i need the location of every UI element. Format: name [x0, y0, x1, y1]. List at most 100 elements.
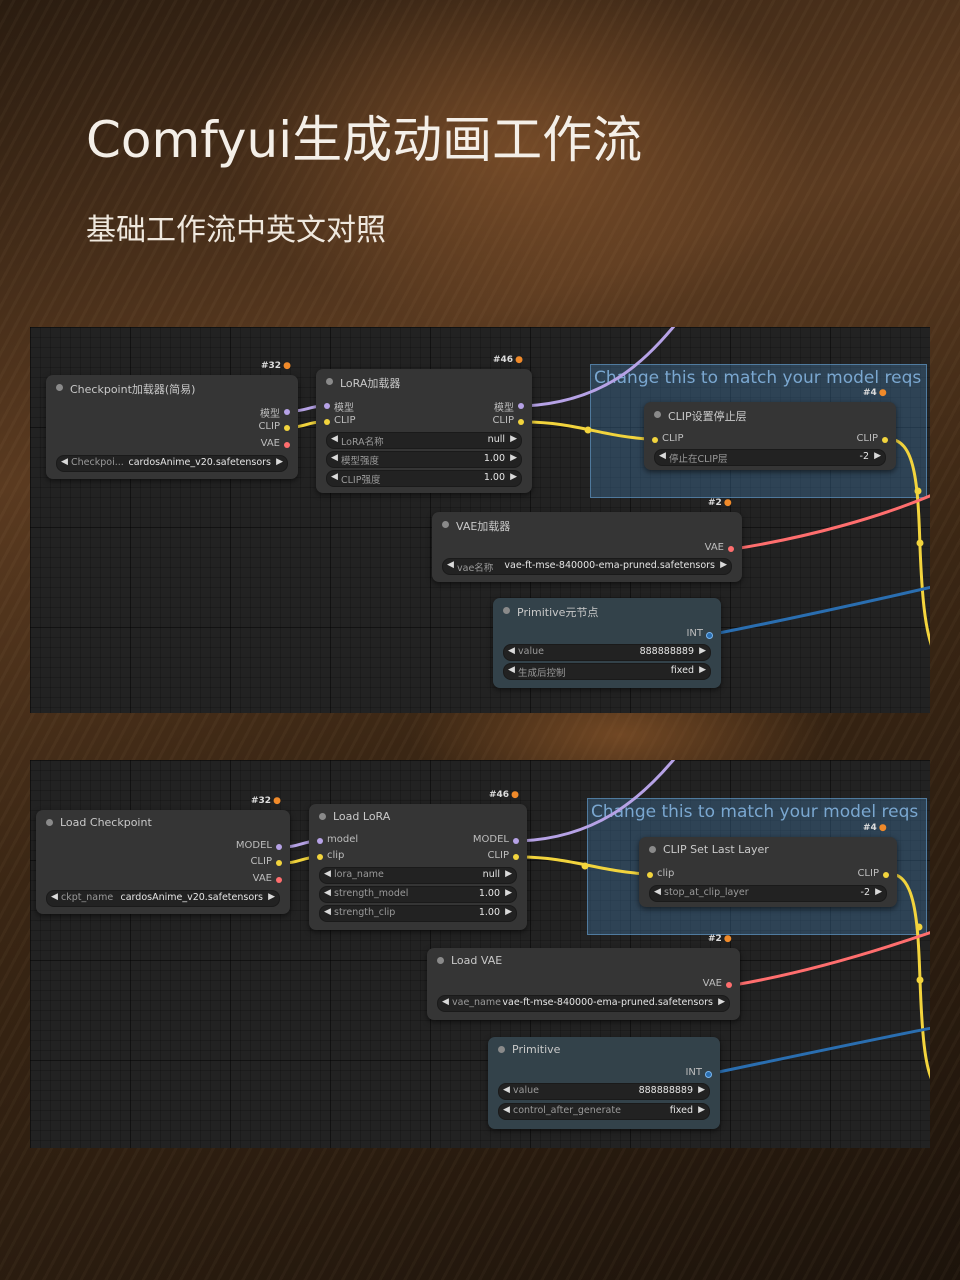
arrow-left-icon[interactable]: ◀ [659, 451, 666, 461]
node-clip-set-last-layer[interactable]: CLIP设置停止层 CLIP CLIP ◀ 停止在CLIP层 -2 ▶ [644, 402, 896, 470]
port-dot-icon[interactable] [705, 1071, 712, 1078]
port-dot-icon[interactable] [518, 403, 524, 409]
widget-value[interactable]: ◀ value 888888889 ▶ [498, 1083, 710, 1100]
port-dot-icon[interactable] [324, 419, 330, 425]
arrow-right-icon[interactable]: ▶ [875, 887, 882, 897]
node-header[interactable]: VAE加载器 [432, 512, 742, 538]
node-primitive[interactable]: Primitive元节点 INT ◀ value 888888889 ▶ ◀ 生… [493, 598, 721, 688]
node-primitive[interactable]: Primitive INT ◀ value 888888889 ▶ ◀ cont… [488, 1037, 720, 1129]
port-dot-icon[interactable] [513, 838, 519, 844]
node-header[interactable]: Checkpoint加载器(简易) [46, 375, 298, 401]
widget-stop-at-clip-layer[interactable]: ◀ stop_at_clip_layer -2 ▶ [649, 885, 887, 902]
port-dot-icon[interactable] [513, 854, 519, 860]
node-header[interactable]: Primitive [488, 1037, 720, 1063]
widget-vae-name[interactable]: ◀ vae名称 vae-ft-mse-840000-ema-pruned.saf… [442, 558, 732, 575]
node-header[interactable]: Primitive元节点 [493, 598, 721, 624]
collapse-dot-icon[interactable] [442, 521, 449, 528]
arrow-right-icon[interactable]: ▶ [510, 434, 517, 444]
arrow-right-icon[interactable]: ▶ [699, 646, 706, 656]
arrow-right-icon[interactable]: ▶ [720, 560, 727, 570]
arrow-left-icon[interactable]: ◀ [442, 997, 449, 1007]
arrow-left-icon[interactable]: ◀ [324, 907, 331, 917]
node-header[interactable]: Load LoRA [309, 804, 527, 830]
port-dot-icon[interactable] [726, 982, 732, 988]
widget-control-after-generate[interactable]: ◀ control_after_generate fixed ▶ [498, 1103, 710, 1120]
arrow-left-icon[interactable]: ◀ [324, 888, 331, 898]
widget-ckpt-name[interactable]: ◀ Checkpoi... cardosAnime_v20.safetensor… [56, 455, 288, 472]
port-dot-icon[interactable] [317, 838, 323, 844]
collapse-dot-icon[interactable] [498, 1046, 505, 1053]
arrow-right-icon[interactable]: ▶ [268, 892, 275, 902]
collapse-dot-icon[interactable] [326, 378, 333, 385]
port-dot-icon[interactable] [882, 437, 888, 443]
arrow-left-icon[interactable]: ◀ [331, 453, 338, 463]
collapse-dot-icon[interactable] [46, 819, 53, 826]
widget-lora-name[interactable]: ◀ LoRA名称 null ▶ [326, 432, 522, 449]
node-vae-loader[interactable]: VAE加载器 VAE ◀ vae名称 vae-ft-mse-840000-ema… [432, 512, 742, 582]
node-load-vae[interactable]: Load VAE VAE ◀ vae_name vae-ft-mse-84000… [427, 948, 740, 1020]
node-clip-set-last-layer[interactable]: CLIP Set Last Layer clip CLIP ◀ stop_at_… [639, 837, 897, 907]
arrow-left-icon[interactable]: ◀ [654, 887, 661, 897]
collapse-dot-icon[interactable] [654, 411, 661, 418]
node-checkpoint-loader[interactable]: Checkpoint加载器(简易) 模型 CLIP VAE ◀ Checkpoi… [46, 375, 298, 479]
arrow-left-icon[interactable]: ◀ [51, 892, 58, 902]
port-dot-icon[interactable] [276, 844, 282, 850]
arrow-left-icon[interactable]: ◀ [503, 1085, 510, 1095]
arrow-left-icon[interactable]: ◀ [508, 665, 515, 675]
widget-lora-name[interactable]: ◀ lora_name null ▶ [319, 867, 517, 884]
node-header[interactable]: Load VAE [427, 948, 740, 974]
port-dot-icon[interactable] [284, 442, 290, 448]
node-lora-loader[interactable]: LoRA加载器 模型 模型 CLIP CLIP ◀ LoRA名称 null ▶ … [316, 369, 532, 493]
arrow-right-icon[interactable]: ▶ [510, 453, 517, 463]
arrow-left-icon[interactable]: ◀ [324, 869, 331, 879]
port-dot-icon[interactable] [652, 437, 658, 443]
port-dot-icon[interactable] [728, 546, 734, 552]
widget-strength-model[interactable]: ◀ 模型强度 1.00 ▶ [326, 451, 522, 468]
widget-strength-clip[interactable]: ◀ strength_clip 1.00 ▶ [319, 905, 517, 922]
arrow-right-icon[interactable]: ▶ [718, 997, 725, 1007]
port-dot-icon[interactable] [284, 409, 290, 415]
arrow-right-icon[interactable]: ▶ [505, 869, 512, 879]
arrow-right-icon[interactable]: ▶ [698, 1105, 705, 1115]
arrow-left-icon[interactable]: ◀ [447, 560, 454, 570]
arrow-right-icon[interactable]: ▶ [505, 907, 512, 917]
widget-strength-model[interactable]: ◀ strength_model 1.00 ▶ [319, 886, 517, 903]
arrow-right-icon[interactable]: ▶ [874, 451, 881, 461]
widget-ckpt-name[interactable]: ◀ ckpt_name cardosAnime_v20.safetensors … [46, 890, 280, 907]
arrow-right-icon[interactable]: ▶ [699, 665, 706, 675]
widget-vae-name[interactable]: ◀ vae_name vae-ft-mse-840000-ema-pruned.… [437, 995, 730, 1012]
arrow-left-icon[interactable]: ◀ [61, 457, 68, 467]
arrow-right-icon[interactable]: ▶ [505, 888, 512, 898]
widget-control-after-generate[interactable]: ◀ 生成后控制 fixed ▶ [503, 663, 711, 680]
arrow-left-icon[interactable]: ◀ [503, 1105, 510, 1115]
node-load-checkpoint[interactable]: Load Checkpoint MODEL CLIP VAE ◀ ckpt_na… [36, 810, 290, 914]
node-header[interactable]: LoRA加载器 [316, 369, 532, 395]
node-load-lora[interactable]: Load LoRA model MODEL clip CLIP ◀ lora_n… [309, 804, 527, 930]
widget-value[interactable]: ◀ value 888888889 ▶ [503, 644, 711, 661]
arrow-right-icon[interactable]: ▶ [510, 472, 517, 482]
widget-stop-at-clip-layer[interactable]: ◀ 停止在CLIP层 -2 ▶ [654, 449, 886, 466]
port-dot-icon[interactable] [324, 403, 330, 409]
port-dot-icon[interactable] [284, 425, 290, 431]
node-header[interactable]: CLIP设置停止层 [644, 402, 896, 428]
collapse-dot-icon[interactable] [56, 384, 63, 391]
arrow-left-icon[interactable]: ◀ [508, 646, 515, 656]
collapse-dot-icon[interactable] [649, 846, 656, 853]
collapse-dot-icon[interactable] [503, 607, 510, 614]
workflow-canvas-chinese[interactable]: Change this to match your model reqs #32… [30, 327, 930, 713]
node-header[interactable]: Load Checkpoint [36, 810, 290, 836]
port-dot-icon[interactable] [647, 872, 653, 878]
port-dot-icon[interactable] [706, 632, 713, 639]
widget-strength-clip[interactable]: ◀ CLIP强度 1.00 ▶ [326, 470, 522, 487]
port-dot-icon[interactable] [518, 419, 524, 425]
arrow-right-icon[interactable]: ▶ [276, 457, 283, 467]
collapse-dot-icon[interactable] [319, 813, 326, 820]
port-dot-icon[interactable] [883, 872, 889, 878]
port-dot-icon[interactable] [276, 877, 282, 883]
arrow-left-icon[interactable]: ◀ [331, 472, 338, 482]
collapse-dot-icon[interactable] [437, 957, 444, 964]
arrow-left-icon[interactable]: ◀ [331, 434, 338, 444]
port-dot-icon[interactable] [276, 860, 282, 866]
node-header[interactable]: CLIP Set Last Layer [639, 837, 897, 863]
port-dot-icon[interactable] [317, 854, 323, 860]
